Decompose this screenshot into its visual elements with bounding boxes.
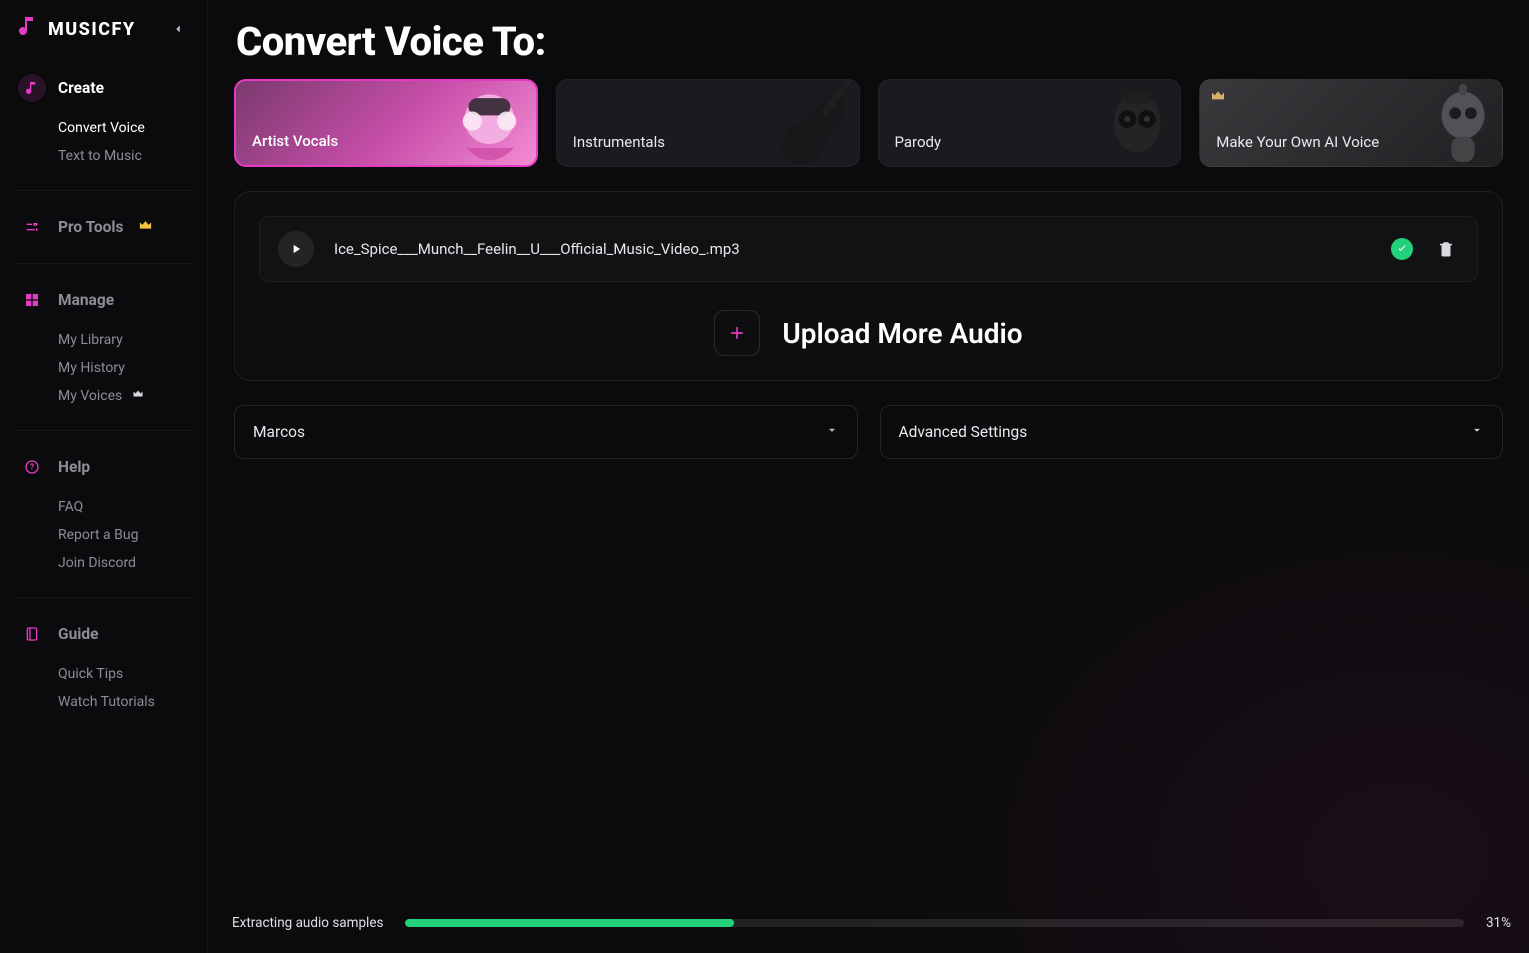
svg-text:?: ? bbox=[30, 463, 34, 472]
divider bbox=[16, 597, 191, 598]
card-label: Parody bbox=[895, 132, 942, 152]
uploaded-file-row: Ice_Spice___Munch__Feelin__U___Official_… bbox=[259, 216, 1478, 282]
card-artist-vocals[interactable]: Artist Vocals bbox=[234, 79, 538, 167]
help-icon: ? bbox=[18, 453, 46, 481]
artist-illustration-icon bbox=[380, 81, 536, 165]
nav-item-faq[interactable]: FAQ bbox=[58, 493, 197, 521]
play-button[interactable] bbox=[278, 231, 314, 267]
card-label: Make Your Own AI Voice bbox=[1216, 132, 1379, 152]
sliders-icon bbox=[18, 213, 46, 241]
music-note-icon bbox=[16, 14, 40, 44]
character-icon bbox=[1023, 80, 1180, 166]
nav-guide-label: Guide bbox=[58, 625, 98, 643]
delete-file-button[interactable] bbox=[1433, 236, 1459, 262]
nav-item-quick-tips[interactable]: Quick Tips bbox=[58, 660, 197, 688]
upload-panel: Ice_Spice___Munch__Feelin__U___Official_… bbox=[234, 191, 1503, 381]
nav-item-watch-tutorials[interactable]: Watch Tutorials bbox=[58, 688, 197, 716]
nav-item-my-voices-label: My Voices bbox=[58, 388, 122, 404]
collapse-sidebar-button[interactable] bbox=[165, 16, 191, 42]
main-content: Convert Voice To: Artist Vocals Instrume… bbox=[208, 0, 1529, 953]
music-note-icon bbox=[18, 74, 46, 102]
nav-item-my-library[interactable]: My Library bbox=[58, 326, 197, 354]
crown-icon bbox=[1210, 88, 1226, 108]
progress-track bbox=[405, 919, 1463, 927]
nav-item-text-to-music[interactable]: Text to Music bbox=[58, 142, 197, 170]
upload-more-row: Upload More Audio bbox=[259, 310, 1478, 356]
card-label: Instrumentals bbox=[573, 132, 665, 152]
nav-create-label: Create bbox=[58, 79, 104, 97]
divider bbox=[16, 190, 191, 191]
divider bbox=[16, 263, 191, 264]
nav-item-convert-voice[interactable]: Convert Voice bbox=[58, 114, 197, 142]
nav-pro-tools-label: Pro Tools bbox=[58, 218, 124, 236]
nav-item-join-discord[interactable]: Join Discord bbox=[58, 549, 197, 577]
progress-percent: 31% bbox=[1486, 915, 1511, 931]
nav-manage[interactable]: Manage bbox=[10, 276, 197, 324]
advanced-settings-select[interactable]: Advanced Settings bbox=[880, 405, 1504, 459]
progress-label: Extracting audio samples bbox=[232, 915, 383, 931]
upload-more-label: Upload More Audio bbox=[782, 317, 1022, 350]
chevron-down-icon bbox=[825, 423, 839, 441]
nav-pro-tools[interactable]: Pro Tools bbox=[10, 203, 197, 251]
brand-name: MUSICFY bbox=[48, 19, 136, 40]
file-name: Ice_Spice___Munch__Feelin__U___Official_… bbox=[334, 240, 1371, 258]
progress-fill bbox=[405, 919, 733, 927]
advanced-settings-label: Advanced Settings bbox=[899, 423, 1028, 441]
nav-manage-label: Manage bbox=[58, 291, 114, 309]
card-label: Artist Vocals bbox=[252, 131, 338, 151]
sidebar: MUSICFY Create Convert Voice Text to Mus… bbox=[0, 0, 208, 953]
voice-select[interactable]: Marcos bbox=[234, 405, 858, 459]
upload-success-icon bbox=[1391, 238, 1413, 260]
guitar-icon bbox=[702, 80, 859, 166]
nav-item-my-voices[interactable]: My Voices bbox=[58, 382, 197, 410]
grid-icon bbox=[18, 286, 46, 314]
nav-guide[interactable]: Guide bbox=[10, 610, 197, 658]
voice-type-cards: Artist Vocals Instrumentals Parody bbox=[234, 79, 1503, 167]
book-icon bbox=[18, 620, 46, 648]
nav-item-my-history[interactable]: My History bbox=[58, 354, 197, 382]
progress-bar: Extracting audio samples 31% bbox=[232, 915, 1511, 931]
nav-help-label: Help bbox=[58, 458, 90, 476]
voice-select-value: Marcos bbox=[253, 423, 305, 441]
robot-icon bbox=[1345, 80, 1502, 166]
card-parody[interactable]: Parody bbox=[878, 79, 1182, 167]
crown-icon bbox=[138, 218, 153, 237]
crown-icon bbox=[132, 389, 144, 403]
chevron-down-icon bbox=[1470, 423, 1484, 441]
card-instrumentals[interactable]: Instrumentals bbox=[556, 79, 860, 167]
divider bbox=[16, 430, 191, 431]
nav-help[interactable]: ? Help bbox=[10, 443, 197, 491]
upload-more-button[interactable] bbox=[714, 310, 760, 356]
nav-create[interactable]: Create bbox=[10, 64, 197, 112]
nav-item-report-bug[interactable]: Report a Bug bbox=[58, 521, 197, 549]
brand-logo: MUSICFY bbox=[16, 14, 136, 44]
card-make-own-ai-voice[interactable]: Make Your Own AI Voice bbox=[1199, 79, 1503, 167]
page-title: Convert Voice To: bbox=[236, 18, 1503, 65]
